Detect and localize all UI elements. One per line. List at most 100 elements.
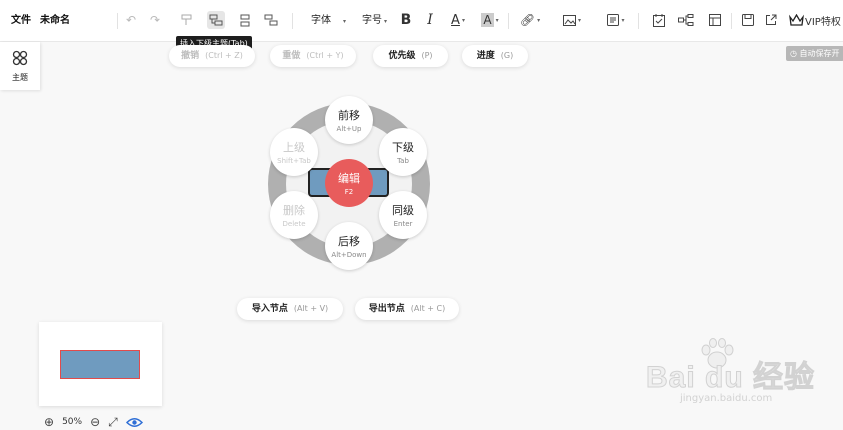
add-parent-button[interactable]: 上级 Shift+Tab: [270, 128, 318, 176]
import-node-shortcut: (Alt + V): [293, 304, 329, 313]
toolbar-divider: [508, 13, 509, 29]
minimap-viewport[interactable]: [60, 350, 140, 379]
crown-icon: [789, 14, 804, 26]
edit-label: 编辑: [338, 172, 360, 185]
note-icon: [607, 14, 620, 26]
progress-button[interactable]: 进度 (G): [462, 45, 528, 67]
image-button[interactable]: ▾: [559, 11, 585, 29]
vip-label: VIP特权: [805, 16, 841, 28]
bold-icon[interactable]: B: [397, 11, 415, 29]
chevron-down-icon: ▾: [621, 16, 625, 24]
autosave-badge[interactable]: ◷ 自动保存开: [786, 46, 843, 61]
undo-shortcut: (Ctrl + Z): [205, 51, 243, 60]
chevron-down-icon: ▾: [495, 16, 499, 24]
structure-icon[interactable]: [677, 11, 695, 29]
fit-screen-icon[interactable]: ⤢: [108, 415, 118, 430]
autosave-label: 自动保存开: [799, 49, 840, 58]
add-sibling-label: 同级: [392, 204, 414, 217]
progress-shortcut: (G): [500, 51, 514, 60]
watermark-brand: Bai du 经验: [645, 361, 816, 395]
add-sibling-button[interactable]: 同级 Enter: [379, 191, 427, 239]
add-sibling-shortcut: Enter: [393, 220, 413, 228]
image-icon: [562, 14, 576, 26]
theme-label: 主题: [12, 73, 28, 82]
task-icon[interactable]: [650, 11, 668, 29]
toolbar-divider: [292, 13, 293, 29]
add-child-label: 下级: [392, 141, 414, 154]
doc-title[interactable]: 未命名: [40, 12, 70, 30]
redo-button[interactable]: 重做 (Ctrl + Y): [270, 45, 356, 67]
add-parent-label: 上级: [283, 141, 305, 154]
add-child-shortcut: Tab: [397, 157, 409, 165]
note-button[interactable]: ▾: [603, 11, 629, 29]
add-child-button[interactable]: 下级 Tab: [379, 128, 427, 176]
import-node-button[interactable]: 导入节点 (Alt + V): [237, 298, 343, 320]
move-up-button[interactable]: 前移 Alt+Up: [325, 96, 373, 144]
move-up-shortcut: Alt+Up: [336, 125, 362, 133]
edit-shortcut: F2: [344, 188, 354, 196]
zoom-level: 50%: [62, 417, 83, 427]
chevron-down-icon: ▾: [461, 16, 465, 24]
insert-parent-topic-icon[interactable]: [262, 11, 280, 29]
save-icon[interactable]: [739, 11, 757, 29]
clock-icon: ◷: [790, 49, 797, 58]
move-down-shortcut: Alt+Down: [331, 251, 367, 259]
font-family-label: 字体: [311, 15, 331, 26]
zoom-bar: ⊕ 50% ⊖ ⤢: [44, 414, 143, 430]
priority-button[interactable]: 优先级 (P): [373, 45, 448, 67]
font-size-select[interactable]: 字号 ▾: [362, 12, 387, 30]
minimap[interactable]: [39, 322, 162, 406]
chevron-down-icon: ▾: [537, 16, 541, 24]
undo-label: 撤销: [181, 51, 200, 61]
highlight-color-icon: A: [481, 13, 494, 27]
import-node-label: 导入节点: [251, 304, 288, 314]
export-node-label: 导出节点: [368, 304, 405, 314]
move-down-label: 后移: [338, 235, 360, 248]
link-icon: 🔗︎: [519, 13, 536, 27]
font-family-select[interactable]: 字体 ▾: [311, 12, 346, 30]
add-parent-shortcut: Shift+Tab: [277, 157, 311, 165]
chevron-down-icon: ▾: [343, 18, 347, 25]
export-node-button[interactable]: 导出节点 (Alt + C): [355, 298, 459, 320]
undo-icon[interactable]: ↶: [122, 11, 140, 29]
chevron-down-icon: ▾: [384, 18, 388, 25]
export-icon[interactable]: [762, 11, 780, 29]
eye-icon[interactable]: [125, 417, 143, 428]
font-size-label: 字号: [362, 15, 382, 26]
toolbar-divider: [117, 13, 118, 29]
layout-icon[interactable]: [706, 11, 724, 29]
move-down-button[interactable]: 后移 Alt+Down: [325, 222, 373, 270]
file-menu[interactable]: 文件: [11, 12, 31, 30]
undo-button[interactable]: 撤销 (Ctrl + Z): [169, 45, 255, 67]
export-node-shortcut: (Alt + C): [410, 304, 446, 313]
theme-icon: [12, 50, 28, 66]
vip-button[interactable]: VIP特权: [789, 11, 841, 29]
watermark-url: jingyan.baidu.com: [680, 393, 773, 404]
zoom-out-icon[interactable]: ⊖: [90, 415, 100, 429]
italic-icon[interactable]: I: [421, 11, 439, 29]
progress-label: 进度: [476, 51, 495, 61]
redo-shortcut: (Ctrl + Y): [306, 51, 344, 60]
theme-panel-button[interactable]: 主题: [0, 42, 40, 90]
format-painter-icon[interactable]: [178, 11, 196, 29]
priority-shortcut: (P): [421, 51, 433, 60]
zoom-in-icon[interactable]: ⊕: [44, 415, 54, 429]
delete-shortcut: Delete: [282, 220, 306, 228]
link-button[interactable]: 🔗︎ ▾: [518, 11, 542, 29]
redo-icon[interactable]: ↷: [146, 11, 164, 29]
chevron-down-icon: ▾: [577, 16, 581, 24]
toolbar-divider: [638, 13, 639, 29]
edit-button[interactable]: 编辑 F2: [325, 159, 373, 207]
insert-child-topic-icon[interactable]: [207, 11, 225, 29]
redo-label: 重做: [282, 51, 301, 61]
delete-label: 删除: [283, 204, 305, 217]
delete-button[interactable]: 删除 Delete: [270, 191, 318, 239]
highlight-button[interactable]: A ▾: [478, 11, 502, 29]
toolbar: 文件 未命名 ↶ ↷ 字体 ▾ 字号 ▾ B I A ▾ A ▾ 🔗︎ ▾ ▾ ▾: [0, 0, 843, 42]
font-color-icon: A: [451, 12, 460, 28]
toolbar-divider: [731, 13, 732, 29]
move-up-label: 前移: [338, 109, 360, 122]
insert-sibling-topic-icon[interactable]: [236, 11, 254, 29]
priority-label: 优先级: [388, 51, 416, 61]
font-color-button[interactable]: A ▾: [446, 11, 470, 29]
